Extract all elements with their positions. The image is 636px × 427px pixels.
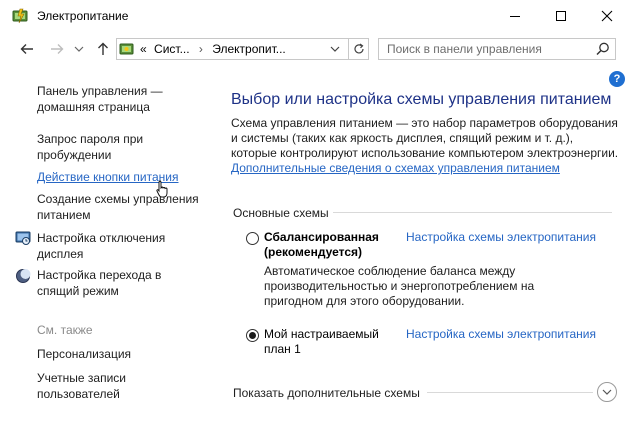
plan-balanced-radio[interactable] (246, 232, 259, 245)
refresh-icon (354, 43, 364, 54)
plan-balanced-name[interactable]: Сбалансированная (рекомендуется) (264, 230, 379, 260)
sidebar-item-sleep[interactable]: Настройка перехода в спящий режим (37, 267, 161, 299)
close-icon (601, 10, 613, 22)
search-placeholder: Поиск в панели управления (387, 42, 542, 56)
address-dropdown-button[interactable] (327, 41, 343, 57)
forward-button[interactable] (46, 38, 68, 60)
refresh-button[interactable] (348, 38, 369, 60)
section-divider (427, 392, 593, 393)
sidebar-item-personalization[interactable]: Персонализация (37, 346, 131, 362)
radio-selected-dot (249, 332, 256, 339)
plan-custom-settings-link[interactable]: Настройка схемы электропитания (406, 327, 596, 341)
control-panel-icon (119, 41, 135, 57)
display-icon (15, 230, 31, 246)
chevron-down-icon (602, 389, 612, 395)
chevron-down-icon (74, 46, 84, 52)
window-title: Электропитание (37, 9, 129, 23)
section-divider (333, 212, 612, 213)
back-button[interactable] (16, 38, 38, 60)
recent-locations-button[interactable] (70, 38, 88, 60)
close-button[interactable] (584, 0, 630, 32)
sidebar-item-user-accounts[interactable]: Учетные записи пользователей (37, 370, 126, 402)
page-description: Схема управления питанием — это набор па… (231, 116, 621, 176)
more-info-link[interactable]: Дополнительные сведения о схемах управле… (231, 161, 560, 175)
breadcrumb: « Сист... › Электропит... (140, 42, 286, 56)
arrow-left-icon (20, 44, 33, 54)
plan-balanced-description: Автоматическое соблюдение баланса между … (264, 264, 535, 308)
breadcrumb-item-power[interactable]: Электропит... (212, 42, 286, 56)
up-button[interactable] (92, 38, 114, 60)
search-icon[interactable] (595, 41, 611, 57)
show-more-plans-label[interactable]: Показать дополнительные схемы (233, 386, 420, 400)
plan-custom-name[interactable]: Мой настраиваемый план 1 (264, 327, 379, 357)
see-also-heading: См. также (37, 323, 93, 337)
sidebar-item-create-plan[interactable]: Создание схемы управления питанием (37, 191, 199, 223)
minimize-icon (510, 16, 520, 17)
expand-button[interactable] (597, 382, 617, 402)
power-options-icon (12, 7, 30, 25)
plan-balanced-settings-link[interactable]: Настройка схемы электропитания (406, 230, 596, 244)
breadcrumb-overflow[interactable]: « (140, 42, 147, 56)
minimize-button[interactable] (492, 0, 538, 32)
sidebar-item-wake-password[interactable]: Запрос пароля при пробуждении (37, 131, 143, 163)
plan-custom-radio[interactable] (246, 329, 259, 342)
arrow-right-icon (51, 44, 64, 54)
moon-icon (15, 268, 31, 284)
arrow-up-icon (98, 42, 108, 55)
sidebar-item-home[interactable]: Панель управления — домашняя страница (37, 83, 163, 115)
page-title: Выбор или настройка схемы управления пит… (231, 91, 612, 108)
maximize-icon (556, 11, 566, 21)
chevron-down-icon (330, 46, 340, 52)
section-basic-plans-label: Основные схемы (233, 206, 329, 220)
breadcrumb-item-system[interactable]: Сист... (154, 42, 190, 56)
description-text: Схема управления питанием — это набор па… (231, 116, 619, 160)
sidebar-item-display-off[interactable]: Настройка отключения дисплея (37, 230, 165, 262)
maximize-button[interactable] (538, 0, 584, 32)
breadcrumb-separator-icon: › (198, 42, 203, 56)
help-icon[interactable]: ? (609, 71, 625, 87)
